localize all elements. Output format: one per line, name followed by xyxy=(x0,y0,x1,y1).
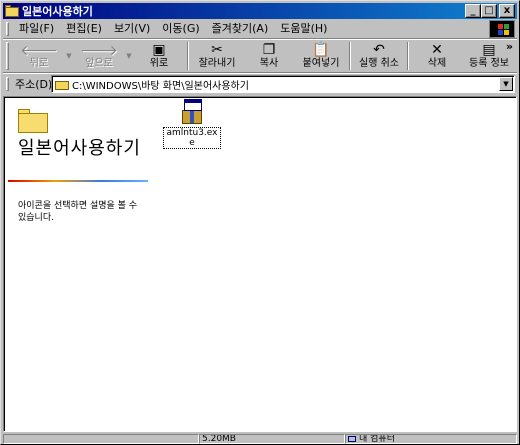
menu-grip[interactable] xyxy=(6,22,9,36)
explorer-window: 일본어사용하기 _ □ x 파일(F) 편집(E) 보기(V) 이동(G) 즐겨… xyxy=(0,0,520,445)
properties-icon: ▤ xyxy=(482,42,496,58)
up-folder-icon: ▣ xyxy=(152,42,166,58)
toolbar-more-button[interactable]: » xyxy=(506,40,513,53)
close-button[interactable]: x xyxy=(499,4,515,18)
menu-go[interactable]: 이동(G) xyxy=(156,21,205,37)
copy-icon: ❐ xyxy=(262,42,276,58)
large-folder-icon xyxy=(18,109,48,133)
windows-logo-icon xyxy=(489,20,515,38)
up-button[interactable]: ▣ 위로 xyxy=(133,40,185,72)
computer-icon xyxy=(348,435,356,442)
undo-button[interactable]: ↶ 실행 취소 xyxy=(353,40,405,72)
address-value: C:\WINDOWS\바탕 화면\일본어사용하기 xyxy=(72,80,249,92)
back-arrow-icon: 🡐 xyxy=(20,42,58,59)
cut-icon: ✂ xyxy=(211,42,223,58)
menu-edit[interactable]: 편집(E) xyxy=(60,21,108,37)
address-label: 주소(D) xyxy=(15,78,53,91)
back-button[interactable]: 🡐 뒤로 xyxy=(13,40,65,72)
cut-button[interactable]: ✂ 잘라내기 xyxy=(191,40,243,72)
paste-label: 붙여넣기 xyxy=(302,58,340,69)
folder-heading: 일본어사용하기 xyxy=(18,138,141,159)
forward-button[interactable]: 🡒 앞으로 xyxy=(73,40,125,72)
folder-content-area[interactable]: 일본어사용하기 아이콘을 선택하면 설명을 볼 수 있습니다. amlntu3.… xyxy=(3,96,517,432)
delete-label: 삭제 xyxy=(427,58,447,69)
back-dropdown[interactable]: ▼ xyxy=(65,40,73,72)
selection-hint: 아이콘을 선택하면 설명을 볼 수 있습니다. xyxy=(18,201,138,223)
menu-view[interactable]: 보기(V) xyxy=(108,21,156,37)
undo-label: 실행 취소 xyxy=(359,58,399,69)
properties-label: 등록 정보 xyxy=(469,58,509,69)
installer-icon xyxy=(179,99,205,125)
forward-dropdown[interactable]: ▼ xyxy=(125,40,133,72)
copy-label: 복사 xyxy=(259,58,279,69)
undo-icon: ↶ xyxy=(373,42,385,58)
back-label: 뒤로 xyxy=(29,58,49,69)
delete-icon: ✕ xyxy=(431,42,443,58)
folder-icon xyxy=(55,79,69,90)
folder-icon xyxy=(5,5,19,17)
file-name: amlntu3.exe xyxy=(163,127,221,149)
window-title: 일본어사용하기 xyxy=(22,5,93,18)
toolbar-grip[interactable] xyxy=(6,42,9,70)
paste-icon: 📋 xyxy=(312,42,330,58)
cut-label: 잘라내기 xyxy=(198,58,236,69)
status-zone: 내 컴퓨터 xyxy=(345,434,517,444)
gradient-divider xyxy=(8,180,148,182)
file-item[interactable]: amlntu3.exe xyxy=(162,99,222,149)
menu-file[interactable]: 파일(F) xyxy=(13,21,60,37)
address-bar: 주소(D) C:\WINDOWS\바탕 화면\일본어사용하기 ▼ xyxy=(3,74,517,94)
address-dropdown-button[interactable]: ▼ xyxy=(499,77,513,91)
forward-arrow-icon: 🡒 xyxy=(80,42,118,59)
toolbar-separator xyxy=(407,42,409,70)
toolbar: 🡐 뒤로 ▼ 🡒 앞으로 ▼ ▣ 위로 ✂ 잘라내기 ❐ 복사 📋 붙여넣기 ↶ xyxy=(3,40,517,72)
up-label: 위로 xyxy=(149,58,169,69)
forward-label: 앞으로 xyxy=(85,58,113,69)
title-bar[interactable]: 일본어사용하기 _ □ x xyxy=(3,3,517,19)
delete-button[interactable]: ✕ 삭제 xyxy=(411,40,463,72)
status-size: 5.20MB xyxy=(199,434,345,444)
minimize-button[interactable]: _ xyxy=(465,4,481,18)
status-zone-label: 내 컴퓨터 xyxy=(359,434,395,444)
status-object-count xyxy=(3,434,199,444)
toolbar-separator xyxy=(349,42,351,70)
menu-favorites[interactable]: 즐겨찾기(A) xyxy=(206,21,275,37)
address-grip[interactable] xyxy=(6,77,9,91)
address-input[interactable]: C:\WINDOWS\바탕 화면\일본어사용하기 ▼ xyxy=(51,75,515,93)
menu-help[interactable]: 도움말(H) xyxy=(274,21,333,37)
menu-bar: 파일(F) 편집(E) 보기(V) 이동(G) 즐겨찾기(A) 도움말(H) xyxy=(3,20,517,38)
maximize-button[interactable]: □ xyxy=(481,4,497,18)
status-bar: 5.20MB 내 컴퓨터 xyxy=(3,434,517,444)
toolbar-separator xyxy=(187,42,189,70)
paste-button[interactable]: 📋 붙여넣기 xyxy=(295,40,347,72)
copy-button[interactable]: ❐ 복사 xyxy=(243,40,295,72)
